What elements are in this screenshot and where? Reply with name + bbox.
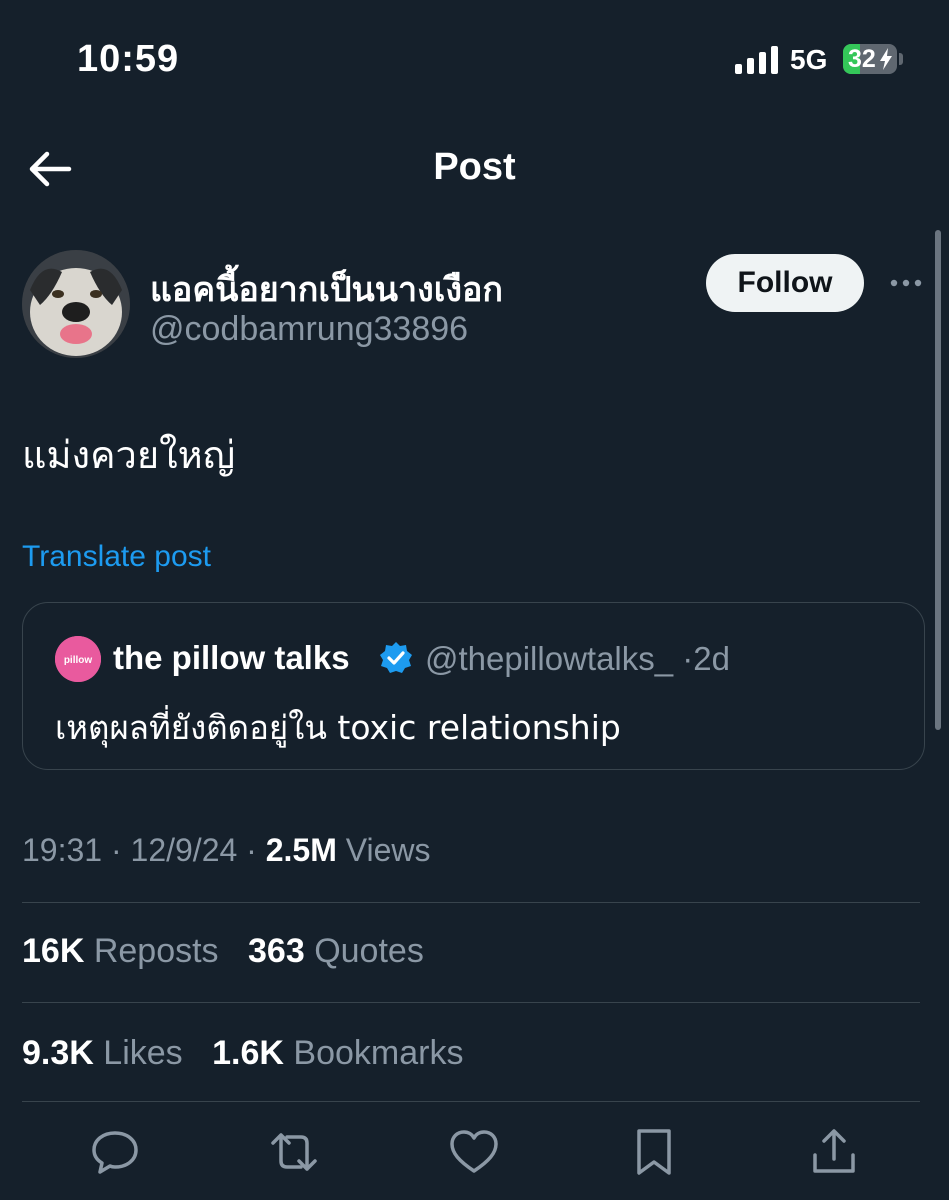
reposts-count: 16K <box>22 932 85 970</box>
reposts-label: Reposts <box>93 932 219 970</box>
divider <box>22 1002 920 1003</box>
like-button[interactable] <box>447 1125 501 1179</box>
quotes-count: 363 <box>248 932 305 970</box>
likes-stat[interactable]: 9.3K Likes <box>22 1034 183 1072</box>
status-time: 10:59 <box>77 38 180 80</box>
verified-badge-icon <box>380 642 412 673</box>
likes-label: Likes <box>103 1034 183 1072</box>
quotes-stat[interactable]: 363 Quotes <box>248 932 424 970</box>
bookmark-icon <box>637 1129 671 1175</box>
battery-icon: 32 <box>843 44 897 74</box>
author-display-name[interactable]: แอคนี้อยากเป็นนางเงือก <box>150 262 503 316</box>
status-bar: 10:59 5G 32 <box>0 0 949 120</box>
battery-percent: 32 <box>848 45 876 73</box>
bookmark-button[interactable] <box>627 1125 681 1179</box>
reply-button[interactable] <box>88 1125 142 1179</box>
reposts-stat[interactable]: 16K Reposts <box>22 932 219 970</box>
share-icon <box>813 1129 855 1173</box>
signal-icon <box>735 46 778 74</box>
quotes-label: Quotes <box>314 932 424 970</box>
quoted-post-card[interactable]: pillow the pillow talks @thepillowtalks_… <box>22 602 925 770</box>
bookmarks-count: 1.6K <box>212 1034 284 1072</box>
more-icon[interactable] <box>886 266 926 300</box>
scrollbar[interactable] <box>935 230 941 730</box>
dog-avatar-image <box>22 250 130 358</box>
share-button[interactable] <box>807 1125 861 1179</box>
divider <box>22 1101 920 1102</box>
follow-button[interactable]: Follow <box>706 254 864 312</box>
charging-bolt-icon <box>880 48 892 70</box>
page-title: Post <box>433 146 516 188</box>
likes-count: 9.3K <box>22 1034 94 1072</box>
author-handle[interactable]: @codbamrung33896 <box>150 310 468 349</box>
quoted-avatar[interactable]: pillow <box>55 636 101 682</box>
action-bar <box>0 1125 949 1185</box>
post-text: แม่งควยใหญ่ <box>22 433 236 477</box>
post-time: 19:31 <box>22 832 103 868</box>
post-meta: 19:31 · 12/9/24 · 2.5M Views <box>22 832 431 868</box>
avatar[interactable] <box>22 250 130 358</box>
repost-button[interactable] <box>267 1125 321 1179</box>
network-type: 5G <box>790 44 828 75</box>
repost-icon <box>271 1133 317 1171</box>
pillow-talks-logo: pillow <box>55 636 101 682</box>
bookmarks-stat[interactable]: 1.6K Bookmarks <box>212 1034 463 1072</box>
views-count: 2.5M <box>265 832 337 868</box>
quoted-handle: @thepillowtalks_ ·2d <box>425 640 730 677</box>
divider <box>22 902 920 903</box>
reply-icon <box>92 1131 138 1174</box>
quoted-author-name: the pillow talks <box>113 639 350 676</box>
like-icon <box>450 1130 498 1173</box>
post-date: 12/9/24 <box>130 832 238 868</box>
like-bookmark-stats: 9.3K Likes 1.6K Bookmarks <box>22 1034 483 1073</box>
translate-post-link[interactable]: Translate post <box>22 540 211 574</box>
bookmarks-label: Bookmarks <box>293 1034 464 1072</box>
repost-quote-stats: 16K Reposts 363 Quotes <box>22 932 444 971</box>
svg-text:pillow: pillow <box>64 655 93 666</box>
battery-tip <box>899 53 903 65</box>
views-label: Views <box>345 832 431 868</box>
quoted-text: เหตุผลที่ยังติดอยู่ใน toxic relationship <box>55 708 621 747</box>
